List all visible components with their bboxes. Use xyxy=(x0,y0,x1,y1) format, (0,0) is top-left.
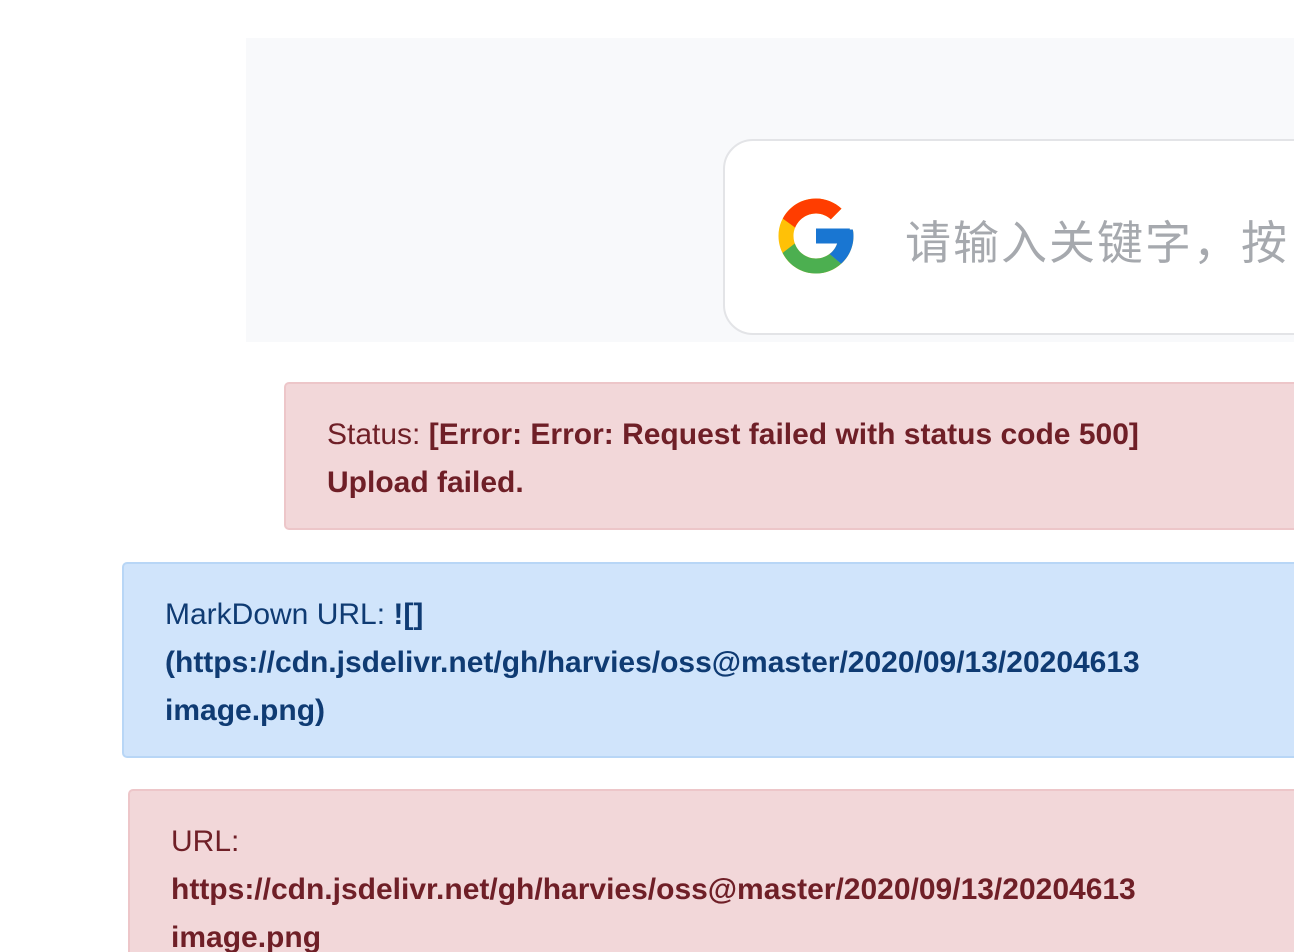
page: 请输入关键字，按 Status: [Error: Error: Request … xyxy=(0,0,1294,952)
google-icon xyxy=(771,191,861,281)
markdown-url-value-line-1: ![] xyxy=(393,598,424,631)
url-value-line-2[interactable]: image.png xyxy=(171,914,1294,952)
url-value-line-1[interactable]: https://cdn.jsdelivr.net/gh/harvies/oss@… xyxy=(171,866,1294,914)
markdown-url-alert: MarkDown URL: ![] (https://cdn.jsdelivr.… xyxy=(122,562,1294,758)
image-preview-panel: 请输入关键字，按 xyxy=(246,38,1294,342)
status-line-1: Status: [Error: Error: Request failed wi… xyxy=(327,411,1294,459)
markdown-url-label: MarkDown URL: xyxy=(165,598,394,631)
status-label: Status: xyxy=(327,418,429,451)
markdown-url-value-line-3[interactable]: image.png) xyxy=(165,687,1294,735)
status-message-line-2: Upload failed. xyxy=(327,466,524,499)
markdown-url-value-line-2[interactable]: (https://cdn.jsdelivr.net/gh/harvies/oss… xyxy=(165,639,1294,687)
url-alert: URL: https://cdn.jsdelivr.net/gh/harvies… xyxy=(128,789,1294,952)
url-label: URL: xyxy=(171,825,240,858)
status-message-line-1: [Error: Error: Request failed with statu… xyxy=(428,418,1139,451)
status-alert: Status: [Error: Error: Request failed wi… xyxy=(284,382,1294,530)
search-placeholder[interactable]: 请输入关键字，按 xyxy=(905,213,1289,273)
markdown-line-1: MarkDown URL: ![] xyxy=(165,591,1294,639)
search-box[interactable]: 请输入关键字，按 xyxy=(723,139,1294,335)
